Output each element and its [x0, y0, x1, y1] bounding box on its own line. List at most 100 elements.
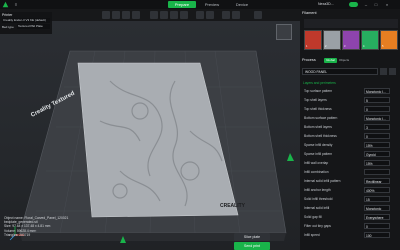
setting-label: Infill combination [304, 170, 329, 174]
window-title: Nexa3D... [318, 2, 334, 6]
setting-row: Solid gap fill Everywhere [302, 214, 398, 221]
process-preset-select[interactable]: WOOD PANEL [302, 68, 378, 75]
setting-row: Bottom shell thickness 0 [302, 133, 398, 140]
setting-value[interactable]: 5 [364, 97, 390, 103]
setting-label: Top shell layers [304, 98, 327, 102]
setting-value[interactable]: 0 [364, 106, 390, 112]
setting-label: Top surface pattern [304, 89, 333, 93]
filament-toolbar [304, 19, 398, 28]
setting-value[interactable]: 15% [364, 160, 390, 166]
add-plate-icon[interactable] [112, 11, 120, 19]
scale-icon[interactable] [170, 11, 178, 19]
setting-row: Bottom surface pattern Monotonic l... [302, 115, 398, 122]
filament-header: Filament [302, 11, 317, 15]
cut-icon[interactable] [180, 11, 188, 19]
setting-label: Sparse infill density [304, 143, 333, 147]
move-icon[interactable] [150, 11, 158, 19]
filament-swatch-4[interactable]: 4 [361, 30, 379, 50]
filament-swatch-2[interactable]: 2 [323, 30, 341, 50]
plate-brand: CREALITY [220, 203, 246, 209]
setting-row: Top shell thickness 0 [302, 106, 398, 113]
tab-prepare[interactable]: Prepare [168, 1, 196, 8]
global-toggle[interactable]: Global [324, 58, 337, 63]
settings-section-title: Layers and perimeters [303, 81, 336, 85]
setting-row: Bottom shell layers 3 [302, 124, 398, 131]
add-object-icon[interactable] [102, 11, 110, 19]
setting-row: Infill anchor length 400% [302, 187, 398, 194]
setting-label: Filter out tiny gaps [304, 224, 331, 228]
setting-label: Infill wall overlap [304, 161, 329, 165]
setting-row: Sparse infill density 15% [302, 142, 398, 149]
process-header: Process [302, 58, 316, 62]
text-tool-icon[interactable] [222, 11, 230, 19]
setting-value[interactable]: 15 [364, 196, 390, 202]
orient-icon[interactable] [122, 11, 130, 19]
setting-label: Top shell thickness [304, 107, 332, 111]
setting-value[interactable] [364, 169, 390, 175]
setting-label: Bottom surface pattern [304, 116, 338, 120]
setting-label: Bottom shell thickness [304, 134, 337, 138]
setting-row: Solid infill threshold 15 [302, 196, 398, 203]
setting-value[interactable]: Rectilinear [364, 178, 390, 184]
setting-value[interactable]: 100 [364, 232, 390, 238]
setting-label: Sparse infill pattern [304, 152, 333, 156]
setting-row: Infill speed 100 [302, 232, 398, 239]
tab-device[interactable]: Device [228, 1, 256, 8]
theme-toggle[interactable] [349, 2, 358, 7]
setting-value[interactable]: Monotonic l... [364, 88, 390, 94]
filament-swatch-3[interactable]: 3 [342, 30, 360, 50]
setting-row: Filter out tiny gaps 0 [302, 223, 398, 230]
measure-icon[interactable] [232, 11, 240, 19]
setting-value[interactable]: Monotonic [364, 205, 390, 211]
compare-preset-icon[interactable] [389, 68, 396, 75]
setting-label: Infill anchor length [304, 188, 331, 192]
setting-label: Internal solid infill pattern [304, 179, 341, 183]
printer-header: Printer [2, 13, 13, 17]
app-logo-icon [2, 1, 9, 8]
send-print-button[interactable]: Send print [234, 242, 270, 250]
printer-select[interactable]: Creality Ender-3 V3 KE (default) [2, 18, 50, 23]
plate-handle-icon[interactable] [287, 153, 294, 161]
seam-icon[interactable] [206, 11, 214, 19]
save-preset-icon[interactable] [380, 68, 387, 75]
setting-row: Top surface pattern Monotonic l... [302, 88, 398, 95]
setting-label: Internal solid infill [304, 206, 330, 210]
setting-label: Solid infill threshold [304, 197, 333, 201]
setting-value[interactable]: 0 [364, 133, 390, 139]
object-info: Object name: Floral_Carved_Panel_120021 … [4, 216, 68, 237]
bed-type-label: Bed type [2, 25, 14, 29]
setting-value[interactable]: 15% [364, 142, 390, 148]
filament-swatch-5[interactable]: 5 [380, 30, 398, 50]
paint-icon[interactable] [196, 11, 204, 19]
setting-row: Infill wall overlap 15% [302, 160, 398, 167]
menu-icon[interactable]: ≡ [12, 1, 20, 8]
setting-row: Infill combination [302, 169, 398, 176]
filament-swatch-1[interactable]: 1 [304, 30, 322, 50]
minimize-icon[interactable]: – [362, 1, 370, 8]
setting-value[interactable]: Monotonic l... [364, 115, 390, 121]
tab-preview[interactable]: Preview [198, 1, 226, 8]
object-triangles: Triangles: 283719 [4, 232, 31, 237]
close-icon[interactable]: × [383, 1, 391, 8]
slice-plate-button[interactable]: Slice plate [234, 233, 270, 241]
arrange-icon[interactable] [132, 11, 140, 19]
setting-value[interactable]: 0 [364, 223, 390, 229]
printer-panel: Printer Creality Ender-3 V3 KE (default)… [0, 12, 52, 34]
setting-value[interactable]: Everywhere [364, 214, 390, 220]
assembly-icon[interactable] [254, 11, 262, 19]
setting-label: Infill speed [304, 233, 320, 237]
view-cube[interactable] [276, 24, 292, 40]
setting-row: Sparse infill pattern Gyroid [302, 151, 398, 158]
setting-row: Top shell layers 5 [302, 97, 398, 104]
setting-value[interactable]: Gyroid [364, 151, 390, 157]
maximize-icon[interactable]: □ [372, 1, 380, 8]
setting-value[interactable]: 3 [364, 124, 390, 130]
setting-value[interactable]: 400% [364, 187, 390, 193]
title-bar: ≡ Prepare Preview Device Nexa3D... – □ × [0, 0, 400, 9]
bed-type-select[interactable]: Textured PEI Plate [17, 24, 50, 29]
setting-row: Internal solid infill Monotonic [302, 205, 398, 212]
setting-label: Bottom shell layers [304, 125, 332, 129]
rotate-icon[interactable] [160, 11, 168, 19]
objects-toggle[interactable]: Objects [339, 58, 349, 63]
setting-label: Solid gap fill [304, 215, 322, 219]
